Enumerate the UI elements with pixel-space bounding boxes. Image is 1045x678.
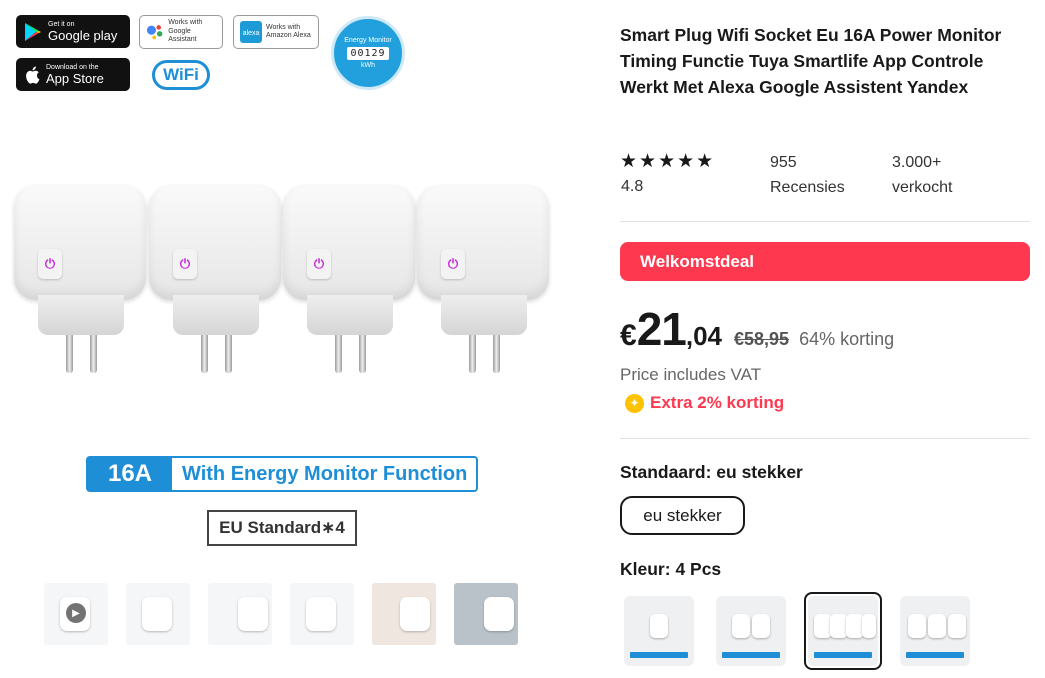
deal-banner: Welkomstdeal	[620, 242, 1030, 281]
price-row: € 21 ,04 €58,95 64% korting	[620, 302, 894, 358]
thumbnail[interactable]	[290, 583, 354, 645]
color-option-value: 4 Pcs	[675, 559, 722, 579]
color-option-title: Kleur: 4 Pcs	[620, 559, 721, 580]
divider	[620, 221, 1030, 222]
sold-count: 3.000+ verkocht	[892, 150, 952, 200]
standard-option-title: Standaard: eu stekker	[620, 462, 803, 483]
extra-discount: ✦ Extra 2% korting	[625, 393, 784, 413]
price-currency: €	[620, 319, 637, 352]
feature-label: With Energy Monitor Function	[182, 462, 468, 485]
app-store-badge: Download on the App Store	[16, 58, 130, 91]
color-option-3[interactable]	[804, 592, 882, 670]
amperage-label: 16A	[88, 458, 172, 490]
reviews-label: Recensies	[770, 179, 845, 196]
color-option-2[interactable]	[712, 592, 790, 670]
rating-row: ★★★★★ 4.8 955 Recensies 3.000+ verkocht	[620, 150, 1030, 202]
divider	[620, 438, 1030, 439]
thumbnail[interactable]	[454, 583, 518, 645]
thumbnail[interactable]	[372, 583, 436, 645]
standard-option-label: Standaard:	[620, 462, 712, 482]
main-product-image[interactable]: Get it on Google play Download on the Ap…	[0, 0, 600, 570]
reviews-link[interactable]: 955 Recensies	[770, 150, 845, 200]
reviews-count: 955	[770, 154, 797, 171]
sold-number: 3.000+	[892, 154, 942, 171]
svg-text:alexa: alexa	[243, 30, 260, 37]
google-assistant-line1: Works with	[168, 19, 203, 27]
google-play-badge: Get it on Google play	[16, 15, 130, 48]
apple-icon	[26, 66, 40, 84]
color-option-1[interactable]	[620, 592, 698, 670]
discount-percent: 64% korting	[799, 329, 895, 349]
standard-option-eu-stekker[interactable]: eu stekker	[620, 496, 745, 535]
play-icon: ▶	[66, 603, 86, 623]
standard-option-value: eu stekker	[716, 462, 803, 482]
google-play-small-text: Get it on	[48, 21, 75, 28]
google-play-icon	[25, 22, 41, 41]
color-option-label: Kleur:	[620, 559, 671, 579]
app-store-small-text: Download on the	[46, 64, 99, 71]
energy-monitor-label: Energy Monitor	[344, 37, 392, 44]
energy-counter: 00129	[347, 47, 389, 60]
google-assistant-icon	[146, 25, 163, 40]
power-icon: ⏻	[173, 249, 197, 279]
standard-label: EU Standard∗4	[207, 510, 357, 546]
star-rating-icon[interactable]: ★★★★★	[620, 150, 715, 173]
google-play-big-text: Google play	[48, 28, 118, 43]
capacity-banner: 16A With Energy Monitor Function	[86, 456, 478, 492]
alexa-icon: alexa	[240, 21, 262, 43]
price-decimal: ,04	[685, 321, 723, 351]
thumbnail-video[interactable]: ▶	[44, 583, 108, 645]
price-integer: 21	[636, 303, 687, 355]
rating-value: 4.8	[621, 178, 644, 195]
amazon-alexa-badge: alexa Works with Amazon Alexa	[233, 15, 319, 49]
wifi-badge: WiFi	[152, 60, 210, 90]
color-options	[620, 592, 974, 670]
smart-plug-image: ⏻	[14, 185, 146, 380]
sold-label: verkocht	[892, 179, 953, 196]
energy-monitor-badge: Energy Monitor 00129 kWh	[331, 16, 405, 90]
product-title: Smart Plug Wifi Socket Eu 16A Power Moni…	[620, 25, 1002, 97]
thumbnail-strip: ▶	[44, 583, 518, 645]
power-icon: ⏻	[307, 249, 331, 279]
amazon-alexa-line1: Works with	[266, 23, 301, 31]
vat-note: Price includes VAT	[620, 365, 762, 384]
google-assistant-line2: Google Assistant	[168, 27, 197, 44]
google-assistant-badge: Works with Google Assistant	[139, 15, 223, 49]
power-icon: ⏻	[441, 249, 465, 279]
extra-discount-text: Extra 2% korting	[650, 393, 785, 412]
thumbnail[interactable]	[208, 583, 272, 645]
smart-plug-image: ⏻	[149, 185, 281, 380]
app-store-big-text: App Store	[46, 71, 104, 86]
original-price: €58,95	[734, 329, 790, 349]
smart-plug-image: ⏻	[283, 185, 415, 380]
energy-unit: kWh	[361, 62, 375, 69]
smart-plug-image: ⏻	[417, 185, 549, 380]
coin-icon: ✦	[625, 393, 644, 413]
power-icon: ⏻	[38, 249, 62, 279]
amazon-alexa-line2: Amazon Alexa	[266, 32, 311, 39]
color-option-4[interactable]	[896, 592, 974, 670]
thumbnail[interactable]	[126, 583, 190, 645]
